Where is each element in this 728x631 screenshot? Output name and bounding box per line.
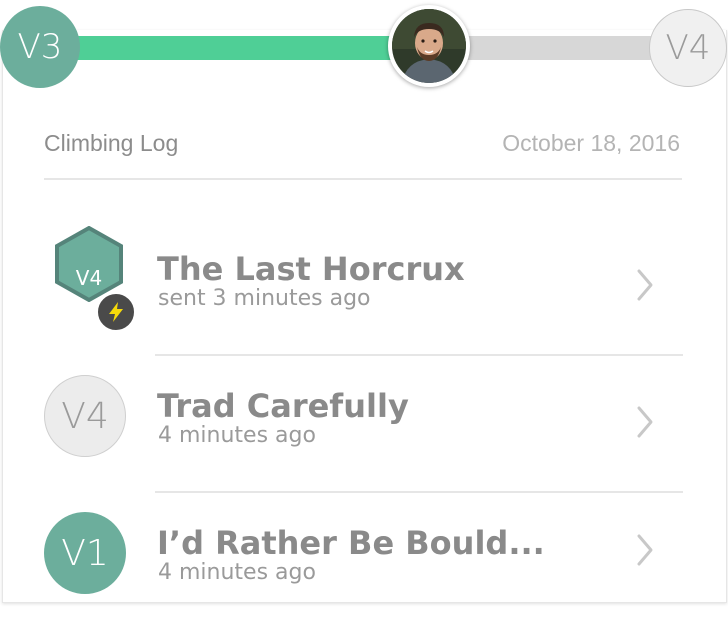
log-date: October 18, 2016 bbox=[502, 130, 680, 156]
row-divider bbox=[155, 354, 683, 356]
route-name: I’d Rather Be Bould... bbox=[157, 524, 545, 562]
route-grade: V4 bbox=[44, 375, 126, 457]
row-divider bbox=[155, 491, 683, 493]
lightning-bolt-icon bbox=[96, 292, 136, 332]
route-grade: V4 bbox=[75, 266, 103, 290]
page-title: Climbing Log bbox=[44, 130, 179, 156]
chevron-right-icon[interactable] bbox=[630, 530, 660, 570]
grade-progress-track bbox=[40, 36, 690, 60]
user-avatar[interactable] bbox=[388, 5, 470, 87]
route-status: 4 minutes ago bbox=[158, 560, 316, 585]
route-name: The Last Horcrux bbox=[157, 250, 465, 288]
grade-progress-fill bbox=[40, 36, 398, 60]
header-divider bbox=[44, 178, 682, 180]
hexagon-grade-badge bbox=[55, 226, 123, 302]
next-grade-badge: V4 bbox=[649, 9, 727, 87]
route-grade: V1 bbox=[44, 512, 126, 594]
chevron-right-icon[interactable] bbox=[630, 265, 660, 305]
route-name: Trad Carefully bbox=[157, 387, 409, 425]
route-status: 4 minutes ago bbox=[158, 423, 316, 448]
route-status: sent 3 minutes ago bbox=[158, 286, 371, 311]
avatar-photo bbox=[392, 9, 466, 83]
chevron-right-icon[interactable] bbox=[630, 402, 660, 442]
current-grade-badge: V3 bbox=[0, 6, 80, 88]
